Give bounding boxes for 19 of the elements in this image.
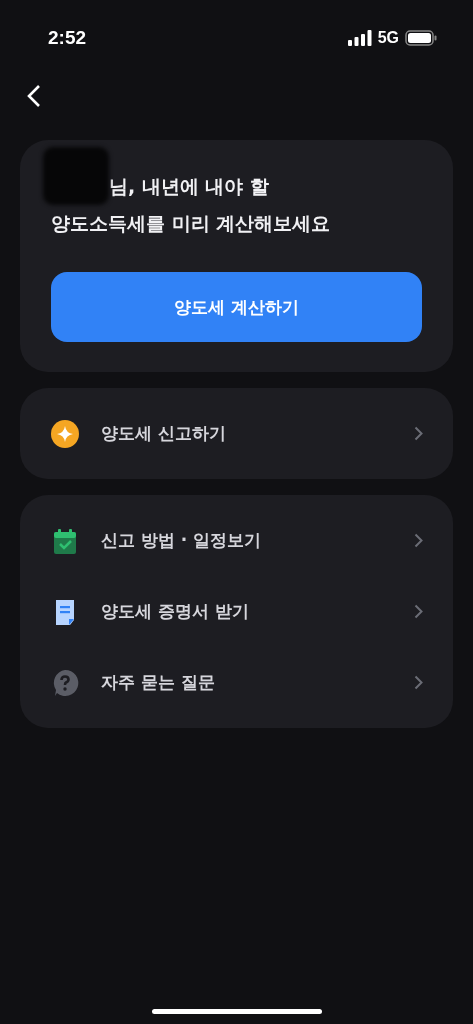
battery-icon — [405, 30, 437, 46]
menu-item[interactable]: 양도세 증명서 받기 — [101, 600, 414, 623]
chevron-right-icon — [414, 604, 423, 619]
menu-item[interactable]: 신고 방법 · 일정보기 — [101, 529, 414, 552]
chevron-right-icon — [414, 533, 423, 548]
sparkle-icon — [51, 419, 79, 448]
heading-text: 양도소득세를 미리 계산해보세요 — [51, 211, 332, 236]
signal-icon — [347, 30, 372, 46]
calculate-button[interactable]: 양도세 계산하기 — [51, 272, 422, 342]
network-label: 5G — [377, 29, 399, 47]
status-time: 2:52 — [48, 27, 87, 49]
heading-text: 님, 내년에 내야 할 — [109, 174, 270, 199]
menu-item[interactable]: 자주 묻는 질문 — [101, 671, 414, 694]
chevron-right-icon — [414, 675, 423, 690]
chevron-right-icon — [414, 426, 423, 441]
help-icon — [51, 668, 79, 697]
menu-item[interactable]: 양도세 신고하기 — [101, 422, 414, 445]
redaction-mark — [43, 147, 109, 205]
calendar-icon — [51, 526, 79, 555]
